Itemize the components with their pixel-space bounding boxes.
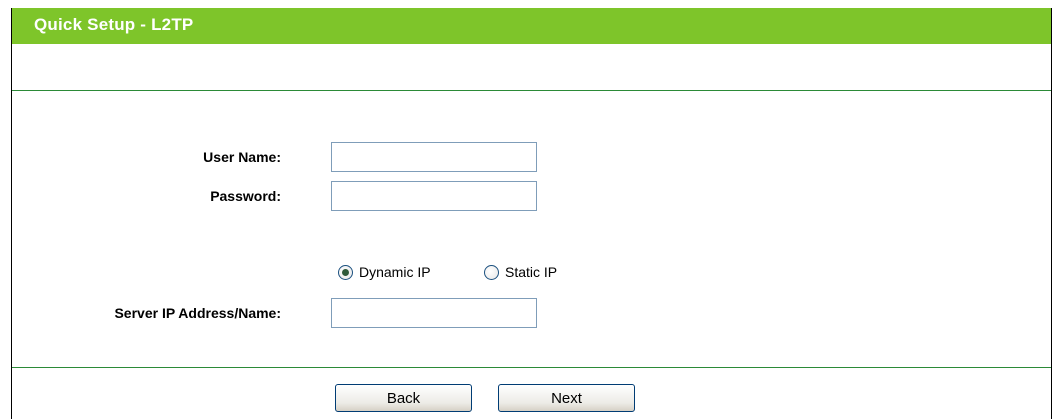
static-ip-label: Static IP [505,264,558,280]
server-address-label: Server IP Address/Name: [114,305,281,321]
password-input[interactable] [331,181,537,211]
page-title: Quick Setup - L2TP [34,15,194,34]
username-input[interactable] [331,142,537,172]
dynamic-ip-option[interactable]: Dynamic IP [338,264,431,280]
static-ip-radio[interactable] [484,264,499,280]
divider-bottom [12,367,1051,368]
back-button[interactable]: Back [335,384,472,412]
username-label: User Name: [203,149,281,165]
next-button[interactable]: Next [498,384,635,412]
dynamic-ip-label: Dynamic IP [359,264,431,280]
quick-setup-panel: Quick Setup - L2TP User Name: Password: … [11,8,1052,419]
title-bar: Quick Setup - L2TP [12,8,1051,44]
server-address-input[interactable] [331,298,537,328]
password-label: Password: [210,188,281,204]
dynamic-ip-radio[interactable] [338,264,353,280]
static-ip-option[interactable]: Static IP [484,264,557,280]
divider-top [12,90,1051,91]
